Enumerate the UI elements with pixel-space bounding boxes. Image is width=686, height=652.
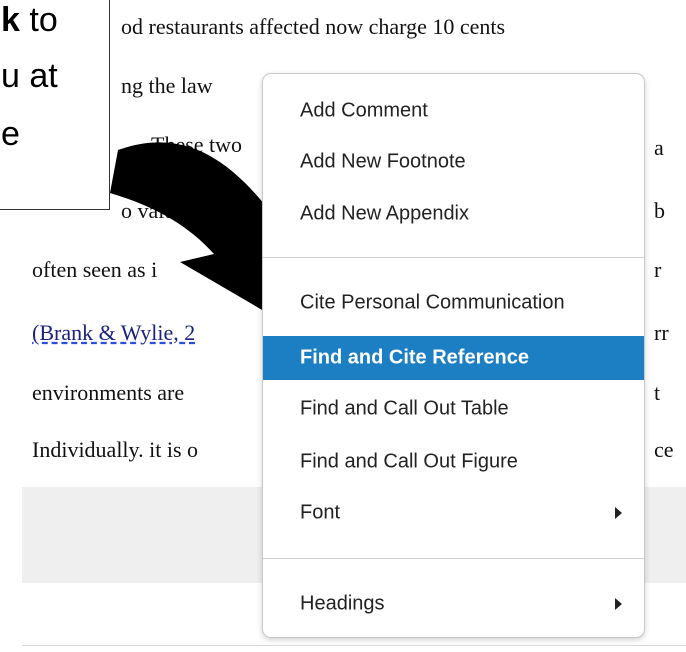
menu-item-label: Add Comment xyxy=(300,99,428,122)
context-menu: Add Comment Add New Footnote Add New App… xyxy=(262,73,645,638)
menu-item-label: Cite Personal Communication xyxy=(300,291,565,314)
menu-item-find-and-cite-reference[interactable]: Find and Cite Reference xyxy=(263,336,644,380)
menu-item-find-and-call-out-figure[interactable]: Find and Call Out Figure xyxy=(263,442,644,482)
menu-item-label: Add New Appendix xyxy=(300,202,470,225)
menu-item-label: Find and Call Out Table xyxy=(300,397,509,420)
menu-item-label: Add New Footnote xyxy=(300,150,466,173)
menu-item-headings[interactable]: Headings xyxy=(263,584,644,624)
menu-separator xyxy=(263,558,644,559)
menu-item-label: Find and Call Out Figure xyxy=(300,450,518,473)
chevron-right-icon xyxy=(615,598,622,610)
menu-item-label: Font xyxy=(300,501,341,524)
chevron-right-icon xyxy=(615,507,622,519)
menu-separator xyxy=(263,257,644,258)
menu-item-add-new-appendix[interactable]: Add New Appendix xyxy=(263,194,644,234)
menu-item-label: Headings xyxy=(300,592,385,615)
menu-item-label: Find and Cite Reference xyxy=(300,346,529,369)
menu-item-add-comment[interactable]: Add Comment xyxy=(263,91,644,131)
menu-item-font[interactable]: Font xyxy=(263,493,644,533)
menu-item-find-and-call-out-table[interactable]: Find and Call Out Table xyxy=(263,389,644,429)
menu-item-add-new-footnote[interactable]: Add New Footnote xyxy=(263,142,644,182)
menu-item-cite-personal-communication[interactable]: Cite Personal Communication xyxy=(263,283,644,323)
